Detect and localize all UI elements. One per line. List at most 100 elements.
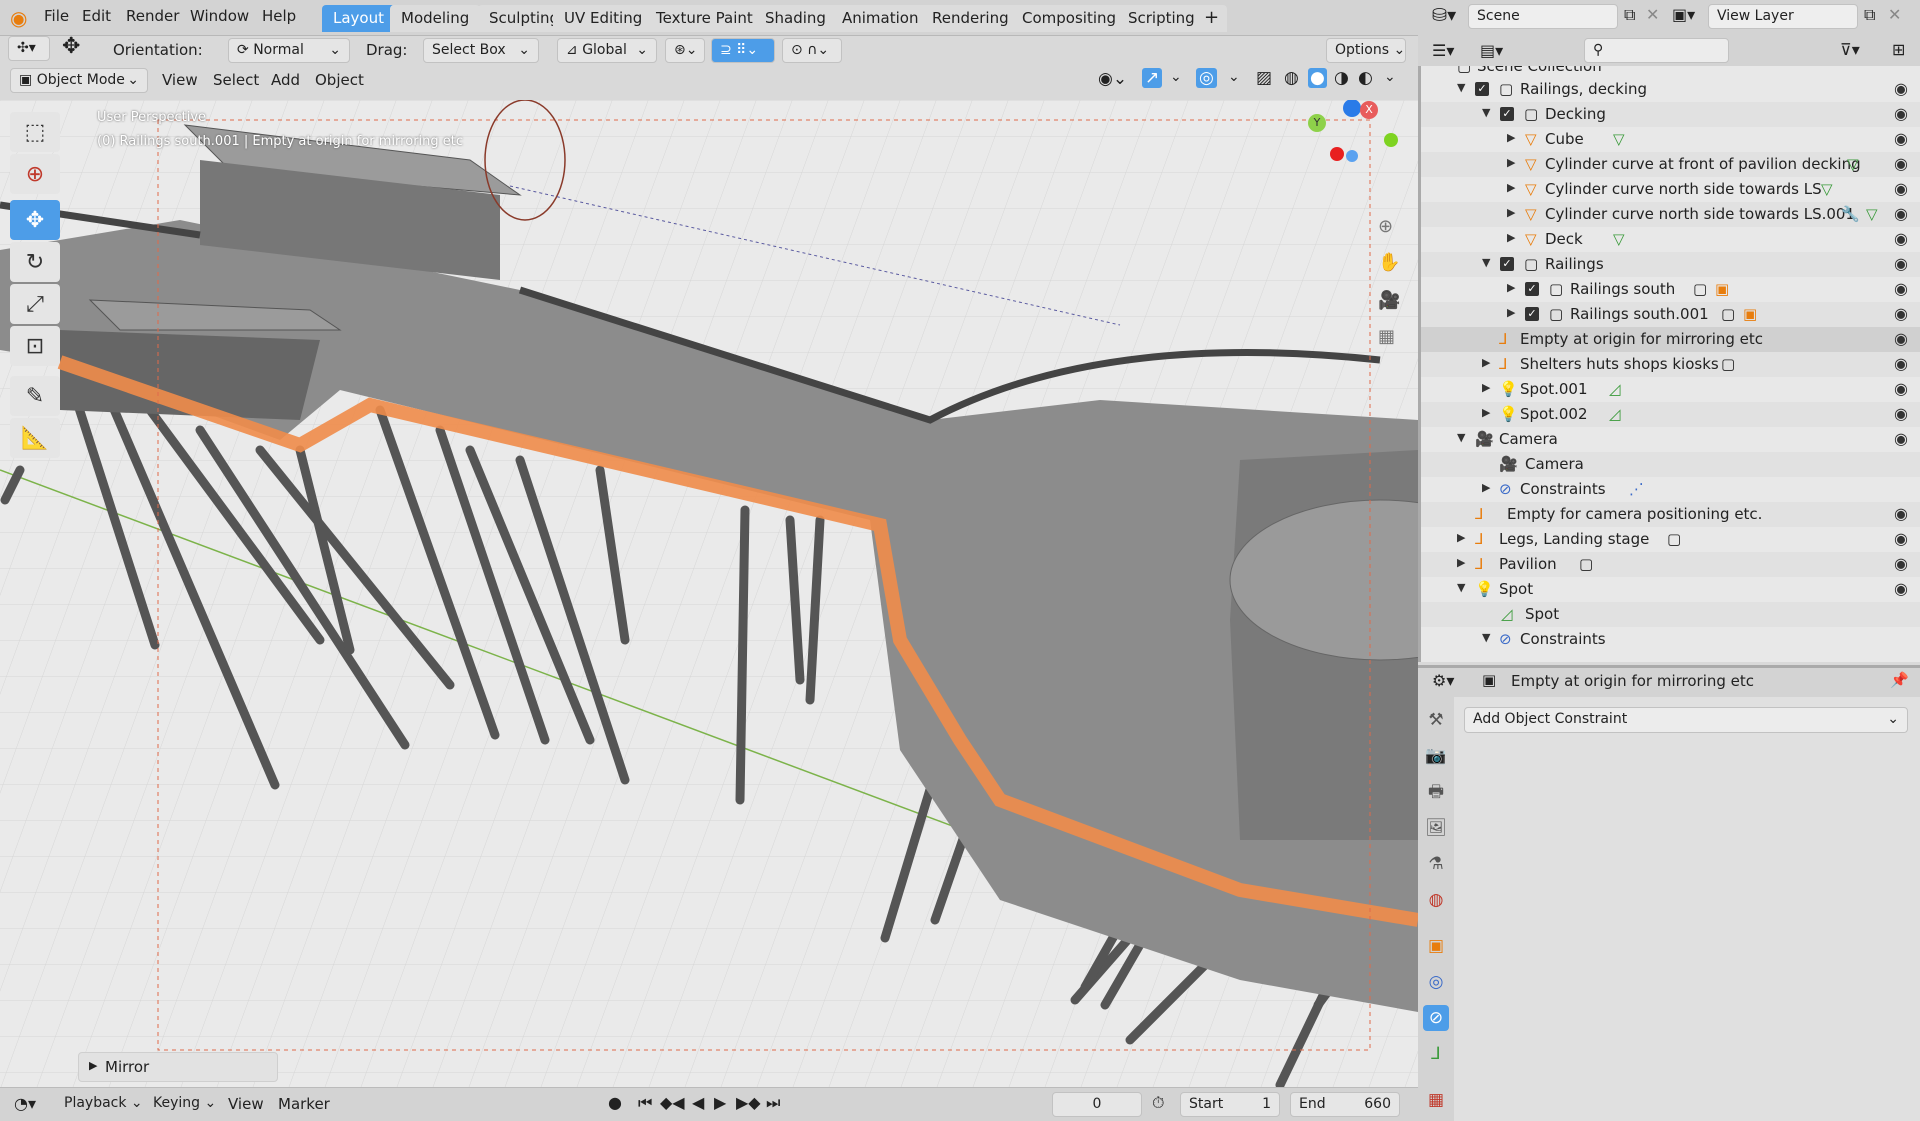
eye-icon[interactable]: ◉ [1894,304,1908,323]
eye-icon[interactable]: ◉ [1894,129,1908,148]
collection-instance-icon[interactable]: ▢ [1579,555,1593,573]
object-instances-icon[interactable]: ▣ [1715,280,1729,298]
outliner-row-cube[interactable]: ▶ ▽ Cube ▽ ◉ [1421,127,1920,152]
drag-dropdown[interactable]: Select Box ⌄ [423,38,539,63]
render-tab-icon[interactable]: 📷 [1423,743,1449,769]
gizmo-toggle-icon[interactable]: ↗ [1142,68,1163,88]
new-view-layer-icon[interactable]: ⧉ [1864,5,1875,25]
expand-toggle-icon[interactable]: ▼ [1482,106,1490,119]
solid-shading-icon[interactable]: ● [1308,68,1327,88]
eye-icon[interactable]: ◉ [1894,529,1908,548]
collection-instance-icon[interactable]: ▢ [1667,530,1681,548]
collection-instance-icon[interactable]: ▢ [1721,355,1735,373]
texture-tab-icon[interactable]: ▦ [1423,1087,1449,1113]
menu-help[interactable]: Help [262,7,296,25]
overlay-dropdown-icon[interactable]: ⌄ [1228,69,1240,85]
menu-select[interactable]: Select [213,71,259,89]
delete-scene-icon[interactable]: ✕ [1646,5,1659,24]
eye-icon[interactable]: ◉ [1894,554,1908,573]
eye-icon[interactable]: ◉ [1894,104,1908,123]
view-layer-selector[interactable]: View Layer [1708,4,1858,29]
properties-editor-icon[interactable]: ⚙▾ [1432,671,1454,690]
start-frame-field[interactable]: Start 1 [1180,1092,1280,1117]
expand-toggle-icon[interactable]: ▶ [1507,231,1515,244]
tab-shading[interactable]: Shading [754,5,837,32]
outliner-row-spot-constraints[interactable]: ▼ ⊘ Constraints [1421,627,1920,652]
expand-toggle-icon[interactable]: ▶ [1507,156,1515,169]
gizmo-dropdown-icon[interactable]: ⌄ [1170,69,1182,85]
collection-instance-icon[interactable]: ▢ [1693,280,1707,298]
menu-render[interactable]: Render [126,7,179,25]
play-icon[interactable]: ▶ [714,1093,726,1112]
end-frame-field[interactable]: End 660 [1290,1092,1400,1117]
eye-icon[interactable]: ◉ [1894,329,1908,348]
outliner-editor-icon[interactable]: ☰▾ [1432,41,1454,60]
track-constraint-icon[interactable]: ⋰ [1629,480,1644,498]
gizmo-y-axis-icon[interactable]: Y [1308,114,1326,132]
outliner-row-spot-data[interactable]: ◿ Spot [1421,602,1920,627]
measure-tool-icon[interactable]: 📐 [10,418,60,458]
gizmo-z-axis-icon[interactable] [1343,100,1361,117]
outliner-row-spot[interactable]: ▼ 💡 Spot ◉ [1421,577,1920,602]
expand-toggle-icon[interactable]: ▶ [1457,531,1465,544]
camera-view-icon[interactable]: 🎥 [1378,290,1400,311]
eye-icon[interactable]: ◉ [1894,254,1908,273]
new-scene-icon[interactable]: ⧉ [1624,5,1635,25]
navigation-gizmo[interactable]: X Y [1300,100,1410,200]
outliner-row-cylinder-front[interactable]: ▶ ▽ Cylinder curve at front of pavilion de… [1421,152,1920,177]
outliner-search-input[interactable]: ⚲ [1584,38,1729,63]
blender-logo-icon[interactable]: ◉ [10,6,27,30]
outliner-row-camera-data[interactable]: 🎥 Camera [1421,452,1920,477]
eye-icon[interactable]: ◉ [1894,204,1908,223]
wireframe-shading-icon[interactable]: ◍ [1284,68,1299,88]
expand-toggle-icon[interactable]: ▶ [1457,556,1465,569]
outliner-row-spot-001[interactable]: ▶ 💡 Spot.001 ◿ ◉ [1421,377,1920,402]
view-layer-tab-icon[interactable]: 🖼 [1423,815,1449,841]
material-shading-icon[interactable]: ◑ [1334,68,1349,88]
eye-icon[interactable]: ◉ [1894,354,1908,373]
eye-icon[interactable]: ◉ [1894,154,1908,173]
jump-end-icon[interactable]: ⏭ [766,1093,780,1113]
panel-collapse-icon[interactable]: ▶ [89,1059,97,1072]
visibility-toggle-icon[interactable]: ◉⌄ [1098,69,1127,89]
transform-orientation-dropdown[interactable]: ⊿ Global ⌄ [557,38,657,63]
menu-add[interactable]: Add [271,71,300,89]
transform-tool-dropdown[interactable]: ✣▾ [8,36,50,61]
3d-viewport[interactable]: User Perspective (0) Railings south.001 … [0,100,1418,1087]
outliner-row-pavilion[interactable]: ▶ ⅃ Pavilion ▢ ◉ [1421,552,1920,577]
mesh-data-icon[interactable]: ▽ [1613,130,1625,148]
snap-toggle[interactable]: ⊇ ⠿⌄ [711,38,775,63]
expand-toggle-icon[interactable]: ▼ [1457,581,1465,594]
menu-window[interactable]: Window [190,7,249,25]
expand-toggle-icon[interactable]: ▶ [1507,206,1515,219]
eye-icon[interactable]: ◉ [1894,79,1908,98]
prev-keyframe-icon[interactable]: ◆◀ [660,1093,685,1112]
overlay-toggle-icon[interactable]: ◎ [1196,68,1217,88]
exclude-checkbox[interactable]: ✓ [1500,107,1514,121]
tab-rendering[interactable]: Rendering [921,5,1020,32]
expand-toggle-icon[interactable]: ▶ [1507,281,1515,294]
add-object-constraint-dropdown[interactable]: Add Object Constraint ⌄ [1464,707,1908,733]
new-collection-icon[interactable]: ⊞ [1892,40,1905,59]
eye-icon[interactable]: ◉ [1894,429,1908,448]
object-data-tab-icon[interactable]: ⅃ [1423,1041,1449,1067]
menu-file[interactable]: File [44,7,69,25]
expand-toggle-icon[interactable]: ▶ [1482,381,1490,394]
gizmo-neg-x-icon[interactable] [1330,147,1344,161]
light-data-icon[interactable]: ◿ [1609,405,1621,423]
move-tool-icon[interactable]: ✥ [10,200,60,240]
eye-icon[interactable]: ◉ [1894,504,1908,523]
outliner-row-shelters[interactable]: ▶ ⅃ Shelters huts shops kiosks ▢ ◉ [1421,352,1920,377]
add-workspace-button[interactable]: + [1196,5,1228,32]
expand-toggle-icon[interactable]: ▼ [1457,81,1465,94]
rendered-shading-icon[interactable]: ◐ [1358,68,1373,88]
tab-modeling[interactable]: Modeling [390,5,481,32]
expand-toggle-icon[interactable]: ▶ [1482,356,1490,369]
last-operator-panel[interactable]: ▶ Mirror [78,1052,278,1082]
outliner-row-railings-south[interactable]: ▶ ✓ ▢ Railings south ▢ ▣ ◉ [1421,277,1920,302]
menu-view-timeline[interactable]: View [228,1095,264,1113]
record-icon[interactable]: ● [608,1093,622,1112]
mesh-data-icon[interactable]: ▽ [1847,155,1859,173]
expand-toggle-icon[interactable]: ▶ [1507,306,1515,319]
preview-range-icon[interactable]: ⏱ [1152,1093,1164,1113]
